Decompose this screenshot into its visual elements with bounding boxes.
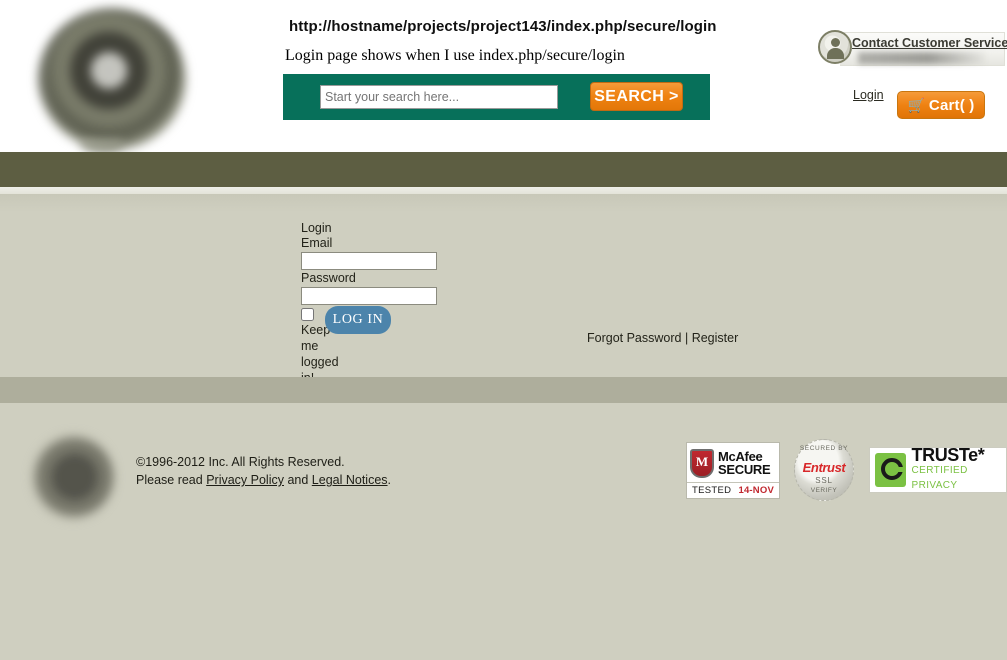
mcafee-badge-bottom: TESTED 14-NOV bbox=[687, 482, 779, 498]
mcafee-badge-top: McAfee SECURE bbox=[690, 446, 776, 480]
contact-customer-service-label: Contact Customer Service bbox=[852, 36, 1007, 50]
link-separator: | bbox=[681, 331, 692, 345]
entrust-seal-icon: SECURED BY Entrust SSL VERIFY bbox=[794, 439, 854, 501]
copyright-text: ©1996-2012 Inc. All Rights Reserved. bbox=[136, 455, 345, 469]
contact-customer-service[interactable]: Contact Customer Service bbox=[818, 30, 1007, 70]
header-login-link[interactable]: Login bbox=[853, 88, 884, 102]
entrust-ssl-label: SSL bbox=[815, 476, 833, 485]
auxiliary-links: Forgot Password | Register bbox=[587, 331, 738, 345]
customer-service-person-icon bbox=[818, 30, 852, 64]
legal-notices-link[interactable]: Legal Notices bbox=[312, 473, 388, 487]
main-content: Login Email Password Keep me logged in! … bbox=[0, 194, 1007, 385]
truste-wordmark: TRUSTe* CERTIFIED PRIVACY bbox=[911, 444, 1007, 493]
cart-button[interactable]: 🛒 Cart( ) bbox=[897, 91, 985, 119]
entrust-top-label: SECURED BY bbox=[799, 445, 849, 452]
mcafee-wordmark: McAfee SECURE bbox=[718, 450, 771, 477]
footer-separator-band bbox=[0, 377, 1007, 403]
entrust-wordmark: Entrust bbox=[802, 460, 846, 475]
contact-subtext-blurred bbox=[858, 52, 986, 64]
privacy-policy-link[interactable]: Privacy Policy bbox=[206, 473, 284, 487]
brand-logo bbox=[38, 8, 186, 150]
truste-logo-icon bbox=[875, 453, 906, 487]
login-form: Login Email Password Keep me logged in! … bbox=[301, 221, 451, 386]
forgot-password-link[interactable]: Forgot Password bbox=[587, 331, 681, 345]
page-url-text: http://hostname/projects/project143/inde… bbox=[289, 18, 717, 35]
cart-label: Cart( ) bbox=[928, 96, 975, 114]
legal-text: Please read Privacy Policy and Legal Not… bbox=[136, 473, 391, 487]
entrust-verify-label: VERIFY bbox=[810, 487, 838, 494]
mcafee-secure-badge[interactable]: McAfee SECURE TESTED 14-NOV bbox=[686, 442, 780, 499]
login-submit-button[interactable]: LOG IN bbox=[325, 306, 391, 334]
mcafee-tested-label: TESTED bbox=[692, 485, 732, 496]
truste-name: TRUSTe* bbox=[911, 444, 985, 465]
email-field[interactable] bbox=[301, 252, 437, 270]
mcafee-shield-icon bbox=[690, 448, 714, 478]
password-field[interactable] bbox=[301, 287, 437, 305]
legal-mid: and bbox=[283, 473, 312, 487]
mcafee-tested-date: 14-NOV bbox=[738, 485, 774, 496]
footer-logo bbox=[32, 435, 114, 519]
register-link[interactable]: Register bbox=[692, 331, 739, 345]
shopping-cart-icon: 🛒 bbox=[907, 97, 925, 113]
email-label: Email bbox=[301, 236, 333, 250]
nav-underline-strip bbox=[0, 187, 1007, 194]
login-form-title: Login bbox=[301, 221, 332, 235]
search-button[interactable]: SEARCH > bbox=[590, 82, 683, 111]
truste-tagline: CERTIFIED PRIVACY bbox=[911, 464, 968, 491]
search-input[interactable] bbox=[320, 85, 558, 109]
entrust-ssl-badge[interactable]: SECURED BY Entrust SSL VERIFY bbox=[791, 437, 857, 505]
truste-privacy-badge[interactable]: TRUSTe* CERTIFIED PRIVACY bbox=[869, 444, 1007, 493]
page-header: http://hostname/projects/project143/inde… bbox=[0, 0, 1007, 156]
legal-suffix: . bbox=[387, 473, 392, 487]
page-caption-text: Login page shows when I use index.php/se… bbox=[285, 47, 625, 64]
legal-prefix: Please read bbox=[136, 473, 207, 487]
password-label: Password bbox=[301, 271, 356, 285]
main-navigation-bar[interactable] bbox=[0, 152, 1007, 187]
mcafee-word-2: SECURE bbox=[718, 462, 771, 477]
keep-logged-in-checkbox[interactable] bbox=[301, 308, 314, 321]
search-bar: SEARCH > bbox=[283, 74, 710, 120]
